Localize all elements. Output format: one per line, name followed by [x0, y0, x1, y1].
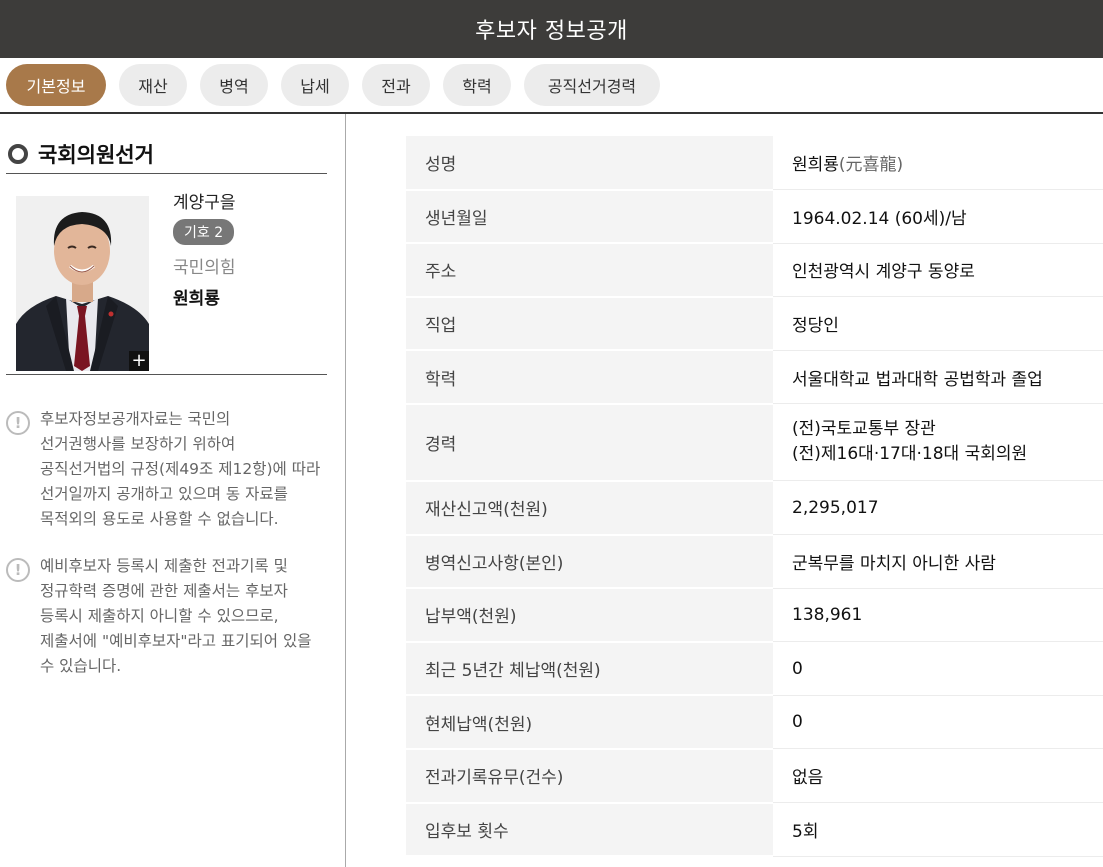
- zoom-plus-icon[interactable]: +: [129, 351, 149, 371]
- row-value-name: 원희룡(元喜龍): [773, 136, 1103, 191]
- row-value-address: 인천광역시 계양구 동양로: [773, 243, 1103, 298]
- table-row: 병역신고사항(본인) 군복무를 마치지 아니한 사람: [406, 534, 1103, 590]
- candidate-district: 계양구을: [173, 193, 236, 213]
- tab-education[interactable]: 학력: [443, 64, 511, 106]
- row-value-criminal: 없음: [773, 748, 1103, 804]
- sidebar: 국회의원선거 + 계양구을 기호 2 국민의힘 원희룡 ! 후보자정보공개자료는…: [0, 114, 346, 867]
- table-row: 입후보 횟수 5회: [406, 802, 1103, 858]
- row-label-military: 병역신고사항(본인): [406, 534, 773, 590]
- page-title: 후보자 정보공개: [475, 19, 628, 44]
- table-row: 직업 정당인: [406, 296, 1103, 352]
- notice-text: 후보자정보공개자료는 국민의 선거권행사를 보장하기 위하여 공직선거법의 규정…: [40, 410, 321, 528]
- table-row: 학력 서울대학교 법과대학 공법학과 졸업: [406, 350, 1103, 405]
- candidate-card: + 계양구을 기호 2 국민의힘 원희룡: [6, 174, 327, 375]
- row-value-job: 정당인: [773, 296, 1103, 351]
- tab-assets[interactable]: 재산: [119, 64, 187, 106]
- row-label-address: 주소: [406, 243, 773, 298]
- row-value-military: 군복무를 마치지 아니한 사람: [773, 534, 1103, 589]
- candidate-portrait: [16, 196, 149, 371]
- row-value-career: (전)국토교통부 장관 (전)제16대·17대·18대 국회의원: [773, 403, 1103, 482]
- page-header: 후보자 정보공개: [0, 0, 1103, 58]
- table-row: 전과기록유무(건수) 없음: [406, 748, 1103, 804]
- row-label-tax-arrears-5y: 최근 5년간 체납액(천원): [406, 641, 773, 697]
- circle-icon: [8, 143, 28, 164]
- main-content: 성명 원희룡(元喜龍) 생년월일 1964.02.14 (60세)/남 주소 인…: [346, 114, 1103, 867]
- tab-tax[interactable]: 납세: [281, 64, 349, 106]
- table-row: 납부액(천원) 138,961: [406, 588, 1103, 643]
- table-row: 주소 인천광역시 계양구 동양로: [406, 243, 1103, 298]
- election-title-text: 국회의원선거: [38, 142, 154, 167]
- table-row: 최근 5년간 체납액(천원) 0: [406, 641, 1103, 697]
- candidate-name: 원희룡: [173, 289, 220, 309]
- candidate-party: 국민의힘: [173, 258, 236, 278]
- notice-text: 예비후보자 등록시 제출한 전과기록 및 정규학력 증명에 관한 제출서는 후보…: [40, 557, 312, 675]
- row-label-name: 성명: [406, 136, 773, 191]
- row-value-runs: 5회: [773, 802, 1103, 857]
- table-row: 성명 원희룡(元喜龍): [406, 136, 1103, 191]
- candidate-number-badge: 기호 2: [173, 219, 235, 245]
- table-row: 재산신고액(천원) 2,295,017: [406, 480, 1103, 536]
- row-value-birth: 1964.02.14 (60세)/남: [773, 189, 1103, 244]
- tab-election-career[interactable]: 공직선거경력: [524, 64, 660, 106]
- row-label-tax-arrears-now: 현체납액(천원): [406, 695, 773, 750]
- candidate-info-table: 성명 원희룡(元喜龍) 생년월일 1964.02.14 (60세)/남 주소 인…: [406, 136, 1103, 858]
- election-title: 국회의원선거: [6, 134, 327, 174]
- tab-basic-info[interactable]: 기본정보: [6, 64, 106, 106]
- exclamation-icon: !: [6, 411, 30, 435]
- notice-item: ! 예비후보자 등록시 제출한 전과기록 및 정규학력 증명에 관한 제출서는 …: [6, 557, 327, 679]
- tab-criminal-record[interactable]: 전과: [362, 64, 430, 106]
- row-label-job: 직업: [406, 296, 773, 352]
- notice-item: ! 후보자정보공개자료는 국민의 선거권행사를 보장하기 위하여 공직선거법의 …: [6, 410, 327, 532]
- row-value-assets: 2,295,017: [773, 480, 1103, 536]
- row-label-career: 경력: [406, 403, 773, 482]
- row-value-tax-arrears-now: 0: [773, 695, 1103, 750]
- notices: ! 후보자정보공개자료는 국민의 선거권행사를 보장하기 위하여 공직선거법의 …: [6, 375, 327, 679]
- table-row: 현체납액(천원) 0: [406, 695, 1103, 750]
- row-label-assets: 재산신고액(천원): [406, 480, 773, 536]
- row-label-birth: 생년월일: [406, 189, 773, 245]
- row-label-education: 학력: [406, 350, 773, 405]
- candidate-photo[interactable]: +: [16, 196, 149, 371]
- candidate-info: 계양구을 기호 2 국민의힘 원희룡: [173, 186, 236, 362]
- table-row: 경력 (전)국토교통부 장관 (전)제16대·17대·18대 국회의원: [406, 403, 1103, 482]
- exclamation-icon: !: [6, 558, 30, 582]
- row-value-education: 서울대학교 법과대학 공법학과 졸업: [773, 350, 1103, 405]
- table-row: 생년월일 1964.02.14 (60세)/남: [406, 189, 1103, 245]
- row-label-criminal: 전과기록유무(건수): [406, 748, 773, 804]
- row-label-runs: 입후보 횟수: [406, 802, 773, 858]
- row-value-tax-paid: 138,961: [773, 588, 1103, 643]
- row-value-tax-arrears-5y: 0: [773, 641, 1103, 696]
- tab-bar: 기본정보 재산 병역 납세 전과 학력 공직선거경력: [0, 58, 1103, 114]
- tab-military[interactable]: 병역: [200, 64, 268, 106]
- row-label-tax-paid: 납부액(천원): [406, 588, 773, 643]
